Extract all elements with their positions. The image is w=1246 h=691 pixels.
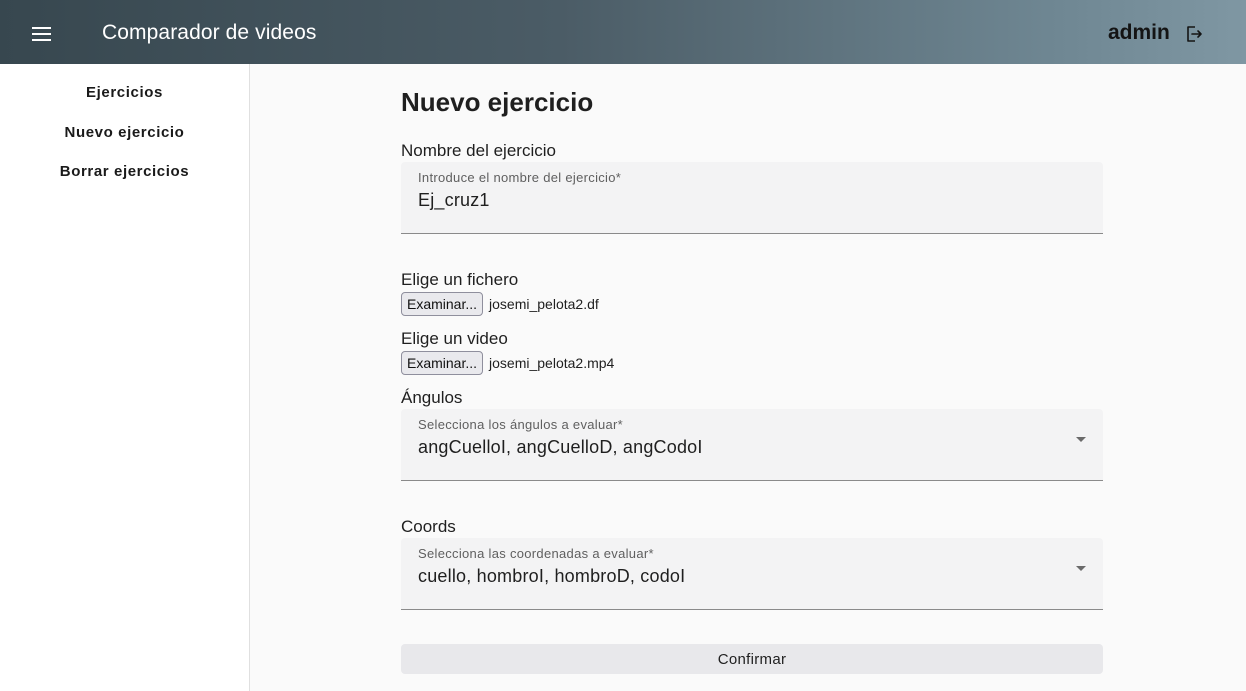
file-name: josemi_pelota2.df (489, 296, 599, 312)
coords-floating-label: Selecciona las coordenadas a evaluar* (418, 546, 654, 561)
video-input: Examinar... josemi_pelota2.mp4 (401, 350, 614, 376)
angles-selected-value: angCuelloI, angCuelloD, angCodoI (418, 437, 703, 457)
sidebar: Ejercicios Nuevo ejercicio Borrar ejerci… (0, 64, 250, 691)
file-section-label: Elige un fichero (401, 270, 519, 289)
coords-select[interactable]: Selecciona las coordenadas a evaluar* cu… (401, 538, 1103, 610)
name-section-label: Nombre del ejercicio (401, 141, 556, 160)
file-input: Examinar... josemi_pelota2.df (401, 291, 599, 317)
dropdown-arrow-icon[interactable] (1076, 566, 1086, 571)
sidebar-item-borrar-ejercicios[interactable]: Borrar ejercicios (0, 163, 249, 180)
logout-icon[interactable] (1184, 24, 1204, 44)
app-title: Comparador de videos (102, 21, 317, 44)
dropdown-arrow-icon[interactable] (1076, 437, 1086, 442)
username: admin (1108, 21, 1170, 44)
confirm-button[interactable]: Confirmar (401, 644, 1103, 674)
video-section-label: Elige un video (401, 329, 508, 348)
angles-floating-label: Selecciona los ángulos a evaluar* (418, 417, 624, 432)
top-toolbar: Comparador de videos admin (0, 0, 1246, 64)
video-browse-button[interactable]: Examinar... (401, 351, 484, 375)
file-browse-button[interactable]: Examinar... (401, 292, 484, 316)
menu-icon[interactable] (30, 22, 54, 42)
main-content: Nuevo ejercicio Nombre del ejercicio Int… (250, 64, 1246, 691)
coords-selected-value: cuello, hombroI, hombroD, codoI (418, 566, 686, 586)
exercise-name-value[interactable]: Ej_cruz1 (418, 190, 490, 211)
angles-select[interactable]: Selecciona los ángulos a evaluar* angCue… (401, 409, 1103, 481)
exercise-name-floating-label: Introduce el nombre del ejercicio* (418, 170, 622, 185)
sidebar-item-ejercicios[interactable]: Ejercicios (0, 84, 249, 101)
sidebar-item-nuevo-ejercicio[interactable]: Nuevo ejercicio (0, 124, 249, 141)
exercise-name-field[interactable]: Introduce el nombre del ejercicio* Ej_cr… (401, 162, 1103, 234)
video-name: josemi_pelota2.mp4 (489, 355, 615, 371)
angles-section-label: Ángulos (401, 388, 463, 407)
coords-section-label: Coords (401, 517, 456, 536)
page-title: Nuevo ejercicio (401, 87, 594, 117)
